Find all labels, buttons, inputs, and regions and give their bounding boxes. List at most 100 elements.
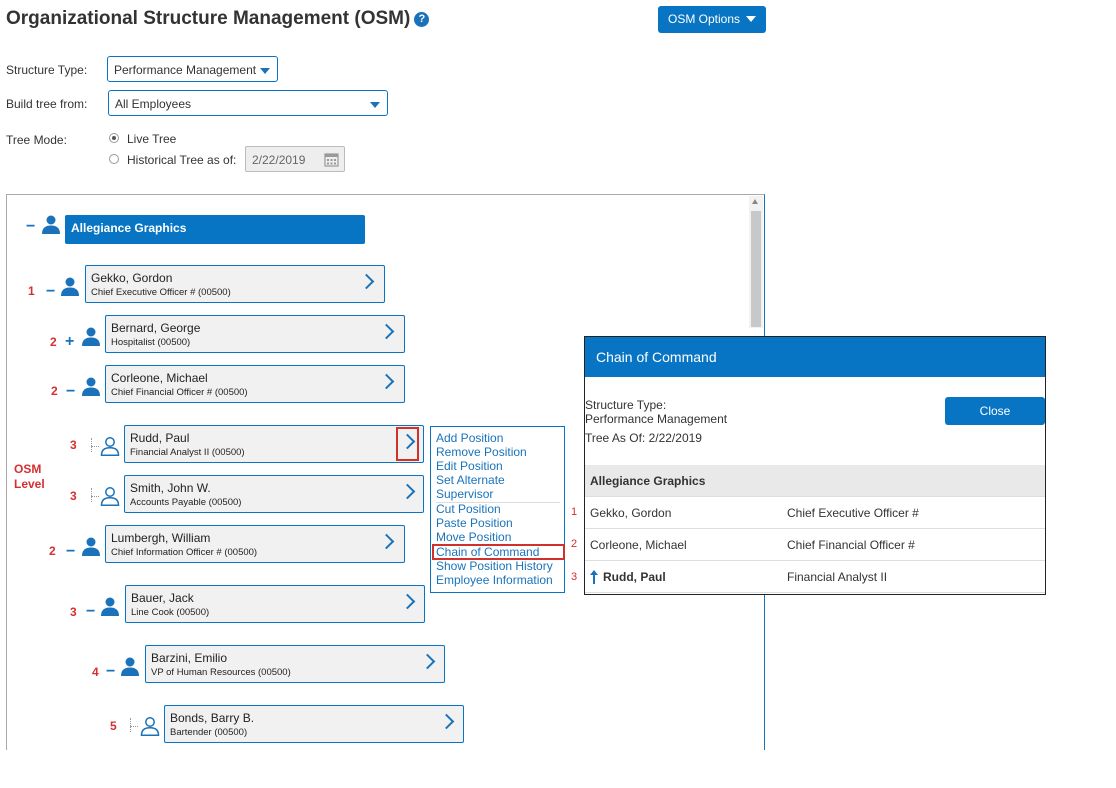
person-icon	[61, 277, 79, 296]
tree-connector	[91, 488, 92, 502]
osm-level-number: 2	[50, 335, 57, 349]
scroll-up-arrow-icon[interactable]	[752, 199, 758, 204]
chevron-right-icon[interactable]	[378, 373, 395, 390]
osm-level-number: 2	[51, 384, 58, 398]
person-outline-icon	[100, 437, 120, 456]
arrow-up-icon	[590, 570, 598, 584]
row-position: Chief Financial Officer #	[787, 538, 915, 552]
tree-connector	[91, 496, 99, 497]
menu-item-employee-information[interactable]: Employee Information	[436, 573, 553, 587]
live-tree-radio[interactable]	[109, 133, 119, 143]
chevron-right-icon[interactable]	[399, 593, 416, 610]
employee-name: Rudd, Paul	[130, 431, 190, 445]
caret-down-icon	[260, 68, 270, 74]
row-name: Corleone, Michael	[590, 538, 687, 552]
table-row: Corleone, Michael Chief Financial Office…	[585, 529, 1045, 561]
chevron-right-icon[interactable]	[399, 483, 416, 500]
collapse-toggle[interactable]: −	[86, 604, 95, 620]
historical-tree-label: Historical Tree as of:	[127, 153, 237, 167]
chain-of-command-dialog: Chain of Command Structure Type: Perform…	[584, 336, 1046, 595]
menu-item-paste-position[interactable]: Paste Position	[436, 516, 513, 530]
org-node[interactable]: Bernard, George Hospitalist (00500)	[105, 315, 405, 353]
tree-scrollbar-thumb[interactable]	[751, 211, 761, 327]
person-outline-icon	[140, 717, 160, 736]
menu-item-remove-position[interactable]: Remove Position	[436, 445, 527, 459]
position-title: Financial Analyst II (00500)	[130, 447, 245, 458]
org-node[interactable]: Lumbergh, William Chief Information Offi…	[105, 525, 405, 563]
page-title: Organizational Structure Management (OSM…	[6, 8, 430, 30]
collapse-toggle[interactable]: −	[46, 284, 55, 300]
menu-item-edit-position[interactable]: Edit Position	[436, 459, 503, 473]
group-header: Allegiance Graphics	[585, 465, 1045, 497]
menu-item-show-position-history[interactable]: Show Position History	[436, 559, 553, 573]
context-menu: Add Position Remove Position Edit Positi…	[430, 426, 565, 593]
menu-item-move-position[interactable]: Move Position	[436, 530, 511, 544]
org-node[interactable]: Rudd, Paul Financial Analyst II (00500)	[124, 425, 424, 463]
position-title: VP of Human Resources (00500)	[151, 667, 291, 678]
org-node[interactable]: Corleone, Michael Chief Financial Office…	[105, 365, 405, 403]
position-title: Chief Information Officer # (00500)	[111, 547, 258, 558]
org-root-node[interactable]: Allegiance Graphics	[65, 215, 365, 244]
employee-name: Barzini, Emilio	[151, 651, 228, 665]
org-node[interactable]: Gekko, Gordon Chief Executive Officer # …	[85, 265, 385, 303]
historical-date-input: 2/22/2019	[245, 146, 345, 172]
person-icon	[82, 327, 100, 346]
structure-type-label: Structure Type:	[6, 63, 88, 77]
chevron-right-icon[interactable]	[438, 713, 455, 730]
dialog-title: Chain of Command	[585, 337, 1045, 377]
person-icon	[82, 377, 100, 396]
tree-mode-label: Tree Mode:	[6, 133, 67, 147]
chevron-right-icon[interactable]	[378, 323, 395, 340]
menu-item-cut-position[interactable]: Cut Position	[436, 502, 501, 516]
osm-options-button[interactable]: OSM Options	[658, 6, 766, 33]
position-title: Chief Executive Officer # (00500)	[91, 287, 231, 298]
row-number: 1	[571, 506, 578, 518]
employee-name: Lumbergh, William	[111, 531, 211, 545]
org-node[interactable]: Bauer, Jack Line Cook (00500)	[125, 585, 425, 623]
chevron-right-icon[interactable]	[358, 273, 375, 290]
table-row: Gekko, Gordon Chief Executive Officer #	[585, 497, 1045, 529]
collapse-toggle[interactable]: −	[66, 544, 75, 560]
collapse-toggle[interactable]: −	[66, 384, 75, 400]
position-title: Line Cook (00500)	[131, 607, 210, 618]
position-title: Chief Financial Officer # (00500)	[111, 387, 248, 398]
org-node[interactable]: Smith, John W. Accounts Payable (00500)	[124, 475, 424, 513]
collapse-toggle[interactable]: −	[26, 219, 35, 235]
table-row: Rudd, Paul Financial Analyst II	[585, 561, 1045, 593]
employee-name: Gekko, Gordon	[91, 271, 173, 285]
osm-level-number: 5	[110, 719, 117, 733]
chevron-right-icon[interactable]	[419, 653, 436, 670]
live-tree-label: Live Tree	[127, 132, 177, 146]
question-circle-icon[interactable]: ?	[414, 12, 430, 27]
osm-level-annotation: OSM Level	[14, 462, 45, 491]
close-button[interactable]: Close	[945, 397, 1045, 425]
historical-tree-radio[interactable]	[109, 154, 119, 164]
osm-level-number: 3	[70, 489, 77, 503]
row-number: 3	[571, 571, 578, 583]
structure-type-select[interactable]: Performance Management	[107, 56, 278, 82]
org-node[interactable]: Bonds, Barry B. Bartender (00500)	[164, 705, 464, 743]
expand-toggle[interactable]: +	[65, 334, 74, 350]
tree-connector	[130, 726, 138, 727]
org-node[interactable]: Barzini, Emilio VP of Human Resources (0…	[145, 645, 445, 683]
caret-down-icon	[370, 102, 380, 108]
row-name: Gekko, Gordon	[590, 506, 672, 520]
menu-item-set-alternate[interactable]: Set Alternate	[436, 473, 505, 487]
employee-name: Bonds, Barry B.	[170, 711, 255, 725]
row-name: Rudd, Paul	[603, 570, 666, 584]
employee-name: Bauer, Jack	[131, 591, 194, 605]
employee-name: Bernard, George	[111, 321, 201, 335]
employee-name: Corleone, Michael	[111, 371, 208, 385]
osm-level-number: 3	[70, 438, 77, 452]
menu-item-chain-of-command[interactable]: Chain of Command	[436, 545, 539, 559]
structure-type-value: Performance Management	[585, 412, 728, 426]
person-outline-icon	[100, 487, 120, 506]
build-tree-select[interactable]: All Employees	[108, 90, 388, 116]
row-position: Chief Executive Officer #	[787, 506, 919, 520]
chevron-right-icon[interactable]	[378, 533, 395, 550]
collapse-toggle[interactable]: −	[106, 664, 115, 680]
position-title: Bartender (00500)	[170, 727, 248, 738]
menu-item-add-position[interactable]: Add Position	[436, 431, 503, 445]
tree-connector	[91, 446, 99, 447]
menu-item-supervisor[interactable]: Supervisor	[436, 487, 493, 501]
